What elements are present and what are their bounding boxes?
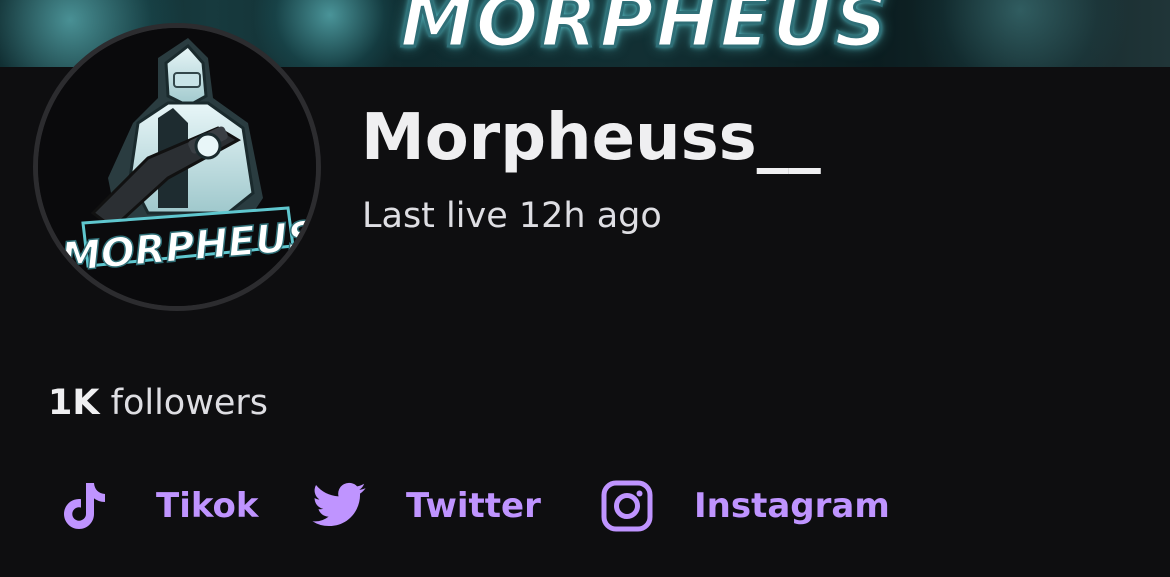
social-link-tiktok[interactable]: Tikok xyxy=(56,478,259,534)
social-link-twitter[interactable]: Twitter xyxy=(310,478,541,534)
social-link-label: Twitter xyxy=(406,486,541,526)
channel-username: Morpheuss__ xyxy=(361,101,821,175)
avatar[interactable]: MORPHEUS xyxy=(33,23,321,311)
social-link-instagram[interactable]: Instagram xyxy=(598,478,890,534)
banner-logo-text: MORPHEUS xyxy=(399,0,890,66)
instagram-icon xyxy=(598,477,656,535)
social-link-label: Tikok xyxy=(156,486,259,526)
tiktok-icon xyxy=(56,477,114,535)
avatar-logo: MORPHEUS xyxy=(38,28,316,306)
last-live-status: Last live 12h ago xyxy=(362,196,662,236)
follower-count-value: 1K xyxy=(48,383,100,423)
social-link-label: Instagram xyxy=(694,486,890,526)
follower-count: 1K followers xyxy=(48,382,268,424)
twitter-icon xyxy=(310,477,368,535)
follower-count-label: followers xyxy=(110,383,269,423)
